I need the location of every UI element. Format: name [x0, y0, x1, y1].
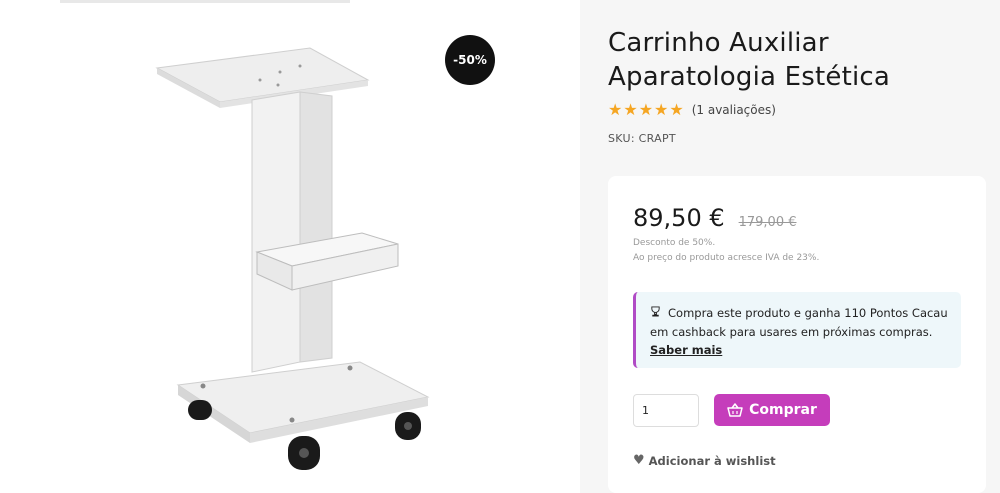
- wishlist-button[interactable]: ♥ Adicionar à wishlist: [633, 453, 776, 468]
- price: 89,50 €: [633, 204, 725, 232]
- discount-note: Desconto de 50%.: [633, 238, 716, 248]
- quantity-input[interactable]: [633, 394, 699, 427]
- product-info: Carrinho Auxiliar Aparatologia Estética …: [608, 26, 993, 145]
- saber-mais-link[interactable]: Saber mais: [650, 343, 722, 357]
- rating-stars: ★ ★ ★ ★ ★: [608, 102, 684, 118]
- star-icon: ★: [608, 100, 623, 119]
- old-price: 179,00 €: [738, 215, 797, 230]
- basket-icon: [727, 403, 743, 417]
- cashback-notice: Compra este produto e ganha 110 Pontos C…: [633, 292, 961, 368]
- sku: SKU: CRAPT: [608, 132, 676, 145]
- trophy-icon: [650, 305, 662, 323]
- star-icon: ★: [669, 100, 684, 119]
- buy-button[interactable]: Comprar: [714, 394, 830, 426]
- rating[interactable]: ★ ★ ★ ★ ★ (1 avaliações): [608, 102, 993, 118]
- wishlist-label: Adicionar à wishlist: [648, 453, 776, 468]
- product-image[interactable]: [110, 40, 470, 480]
- product-gallery: -50%: [0, 0, 580, 493]
- star-icon: ★: [638, 100, 654, 119]
- gallery-thumbnail-strip: [60, 0, 350, 3]
- rating-count-link[interactable]: (1 avaliações): [692, 103, 776, 117]
- product-title-line2: Aparatologia Estética: [608, 62, 891, 92]
- product-title: Carrinho Auxiliar Aparatologia Estética: [608, 26, 993, 94]
- heart-icon: ♥: [633, 453, 645, 468]
- buy-button-label: Comprar: [749, 402, 817, 418]
- star-icon: ★: [654, 100, 669, 119]
- vat-note: Ao preço do produto acresce IVA de 23%.: [633, 253, 820, 263]
- price-row: 89,50 € 179,00 €: [633, 204, 797, 232]
- cashback-text: Compra este produto e ganha 110 Pontos C…: [650, 306, 948, 339]
- discount-badge: -50%: [445, 35, 495, 85]
- purchase-card: 89,50 € 179,00 € Desconto de 50%. Ao pre…: [608, 176, 986, 493]
- product-title-line1: Carrinho Auxiliar: [608, 28, 829, 58]
- star-icon: ★: [623, 100, 638, 119]
